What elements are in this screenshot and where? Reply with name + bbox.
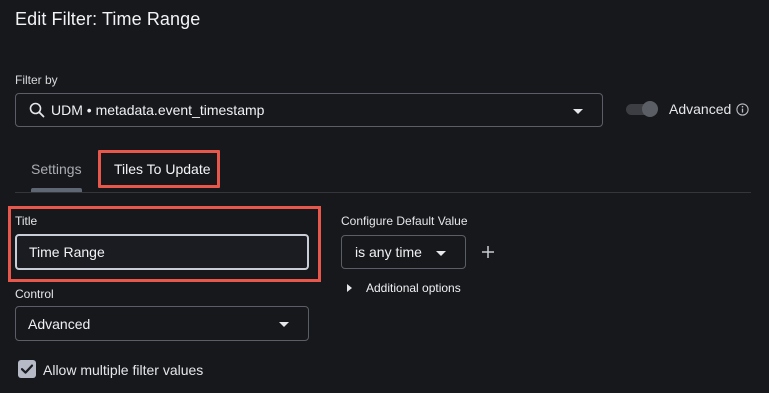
chevron-down-icon <box>436 251 446 256</box>
search-icon <box>29 102 45 118</box>
filter-by-select[interactable]: UDM • metadata.event_timestamp <box>15 93 603 127</box>
filter-by-label: Filter by <box>15 73 58 87</box>
caret-right-icon <box>347 284 352 292</box>
chevron-down-icon <box>279 322 289 327</box>
tiles-tab-highlight-box <box>98 150 220 188</box>
advanced-label: Advanced <box>669 101 732 117</box>
additional-options-label: Additional options <box>366 281 461 295</box>
default-value-label: Configure Default Value <box>341 214 468 228</box>
chevron-down-icon <box>573 109 583 114</box>
filter-by-value: UDM • metadata.event_timestamp <box>51 102 265 118</box>
checkmark-icon <box>20 364 34 374</box>
toggle-thumb <box>642 101 658 117</box>
default-value: is any time <box>355 244 422 260</box>
allow-multiple-checkbox[interactable] <box>18 360 36 378</box>
control-select[interactable]: Advanced <box>15 306 309 341</box>
title-highlight-box <box>8 206 321 282</box>
tab-settings[interactable]: Settings <box>31 161 82 177</box>
additional-options-toggle[interactable]: Additional options <box>347 280 461 296</box>
control-value: Advanced <box>28 315 91 332</box>
plus-icon[interactable] <box>480 244 496 260</box>
allow-multiple-label: Allow multiple filter values <box>43 362 204 378</box>
info-icon[interactable] <box>736 103 749 116</box>
control-label: Control <box>15 287 54 301</box>
advanced-toggle[interactable] <box>622 101 659 117</box>
tabs-divider <box>15 192 751 193</box>
dialog-title: Edit Filter: Time Range <box>15 9 201 29</box>
default-value-select[interactable]: is any time <box>341 235 466 269</box>
